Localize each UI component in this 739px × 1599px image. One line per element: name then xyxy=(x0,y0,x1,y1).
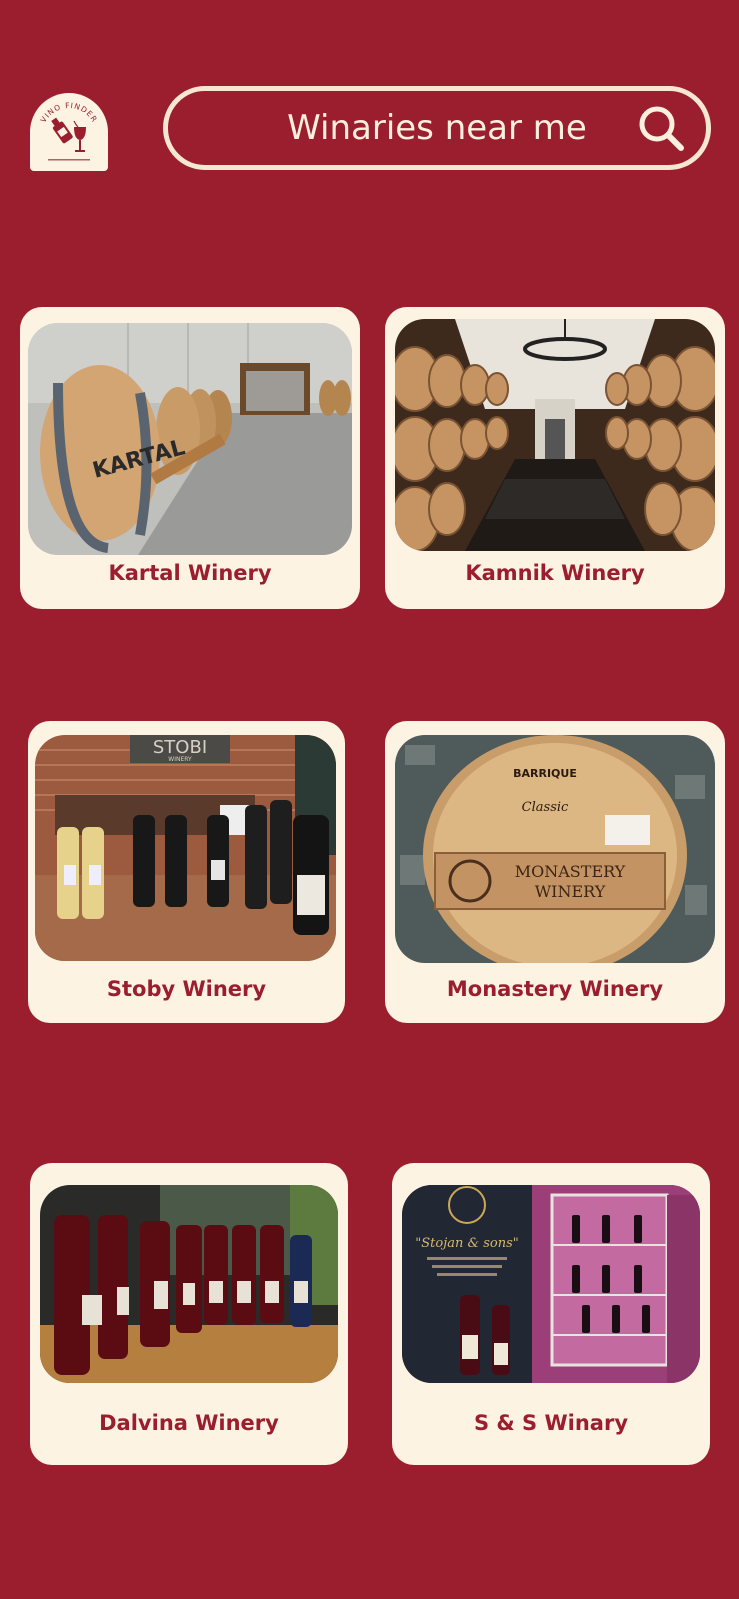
search-input[interactable]: Winaries near me xyxy=(168,91,646,165)
winery-card-kamnik[interactable]: Kamnik Winery xyxy=(385,307,725,609)
winery-name: Dalvina Winery xyxy=(99,1411,279,1435)
svg-text:VINO FINDER: VINO FINDER xyxy=(39,101,100,124)
search-icon[interactable] xyxy=(636,103,688,155)
winery-photo-dalvina xyxy=(40,1185,338,1383)
winery-photo-s-and-s: "Stojan & sons" xyxy=(402,1185,700,1383)
monastery-line1: MONASTERY xyxy=(515,862,626,881)
winery-card-s-and-s[interactable]: "Stojan & sons" S & S Winary xyxy=(392,1163,710,1465)
wine-finder-logo-icon: VINO FINDER xyxy=(39,101,100,161)
stobi-sign: STOBI xyxy=(153,737,207,758)
search-bar[interactable]: Winaries near me xyxy=(163,86,711,170)
monastery-line2: WINERY xyxy=(535,882,606,901)
winery-name: S & S Winary xyxy=(473,1411,629,1435)
winery-photo-stoby: STOBI WINERY xyxy=(35,735,336,961)
stobi-sign-sub: WINERY xyxy=(168,756,192,763)
winery-name: Kamnik Winery xyxy=(465,561,645,585)
winery-name: Kartal Winery xyxy=(108,561,272,585)
logo-text: VINO FINDER xyxy=(39,101,99,124)
winery-card-stoby[interactable]: STOBI WINERY Stoby Winery xyxy=(28,721,345,1023)
winery-photo-monastery: MONASTERY WINERY BARRIQUE Classic xyxy=(395,735,715,963)
monastery-brand: BARRIQUE xyxy=(513,767,577,780)
winery-photo-kartal: KARTAL xyxy=(28,323,352,555)
winery-name: Monastery Winery xyxy=(446,977,664,1001)
winery-card-dalvina[interactable]: Dalvina Winery xyxy=(30,1163,348,1465)
monastery-classic: Classic xyxy=(522,800,569,815)
winery-name: Stoby Winery xyxy=(106,977,267,1001)
app-logo[interactable]: VINO FINDER xyxy=(30,93,108,171)
ss-poster-text: "Stojan & sons" xyxy=(415,1236,518,1251)
winery-card-kartal[interactable]: KARTAL Kartal Winery xyxy=(20,307,360,609)
winery-photo-kamnik xyxy=(395,319,715,551)
winery-card-monastery[interactable]: MONASTERY WINERY BARRIQUE Classic Monast… xyxy=(385,721,725,1023)
